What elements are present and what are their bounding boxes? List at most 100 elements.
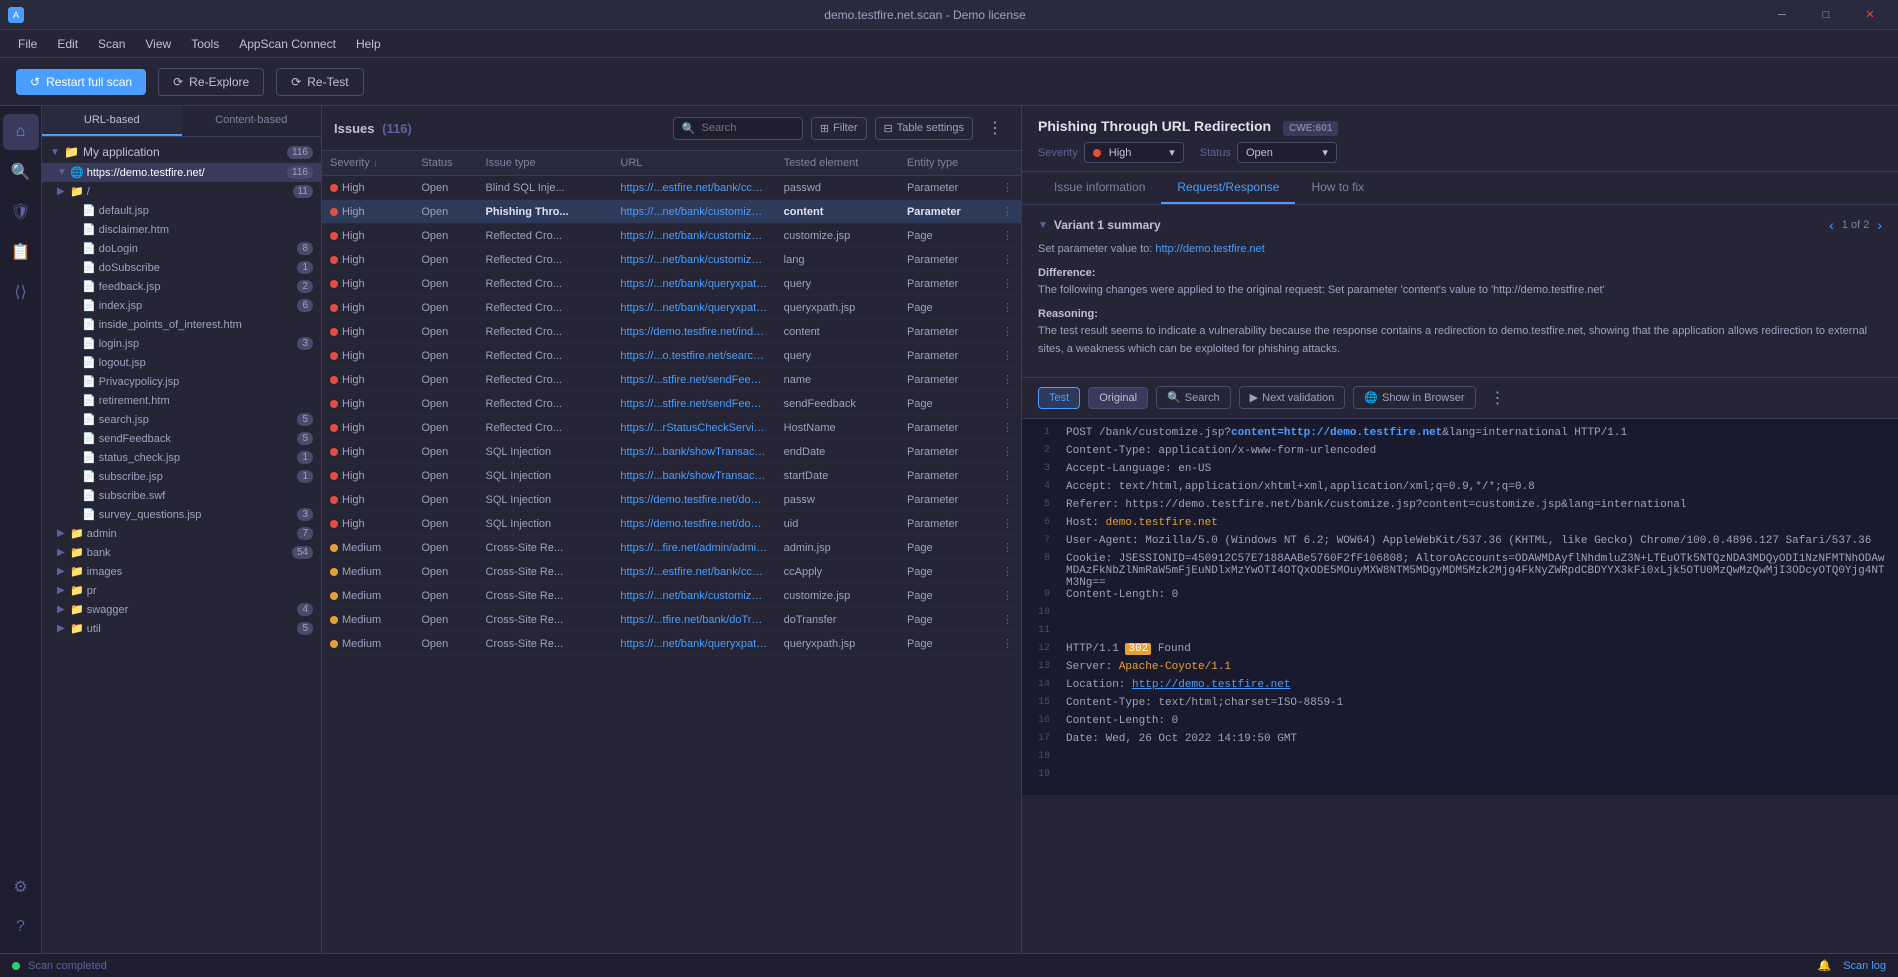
tree-item-subscribe-jsp[interactable]: 📄 subscribe.jsp1 <box>42 467 321 486</box>
tree-item--[interactable]: ▶📁 /11 <box>42 182 321 201</box>
menu-item-tools[interactable]: Tools <box>181 33 229 55</box>
req-more-button[interactable]: ⋮ <box>1484 386 1512 410</box>
tree-item-default-jsp[interactable]: 📄 default.jsp <box>42 201 321 220</box>
cell-more[interactable]: ⋮ <box>994 248 1021 272</box>
tree-item-privacypolicy-jsp[interactable]: 📄 Privacypolicy.jsp <box>42 372 321 391</box>
tree-item-index-jsp[interactable]: 📄 index.jsp6 <box>42 296 321 315</box>
tree-root[interactable]: ▼ 📁 My application 116 <box>42 141 321 163</box>
cell-more[interactable]: ⋮ <box>994 200 1021 224</box>
tree-item-root-url[interactable]: ▼🌐 https://demo.testfire.net/116 <box>42 163 321 182</box>
table-row[interactable]: High Open Reflected Cro... https://...o.… <box>322 344 1021 368</box>
next-validation-button[interactable]: ▶ Next validation <box>1239 386 1346 409</box>
tree-item-login-jsp[interactable]: 📄 login.jsp3 <box>42 334 321 353</box>
scan-log-link[interactable]: Scan log <box>1843 960 1886 972</box>
menu-item-scan[interactable]: Scan <box>88 33 135 55</box>
cell-more[interactable]: ⋮ <box>994 392 1021 416</box>
tree-item-status-check-jsp[interactable]: 📄 status_check.jsp1 <box>42 448 321 467</box>
table-row[interactable]: High Open SQL Injection https://...bank/… <box>322 464 1021 488</box>
maximize-button[interactable]: □ <box>1806 0 1846 30</box>
cell-more[interactable]: ⋮ <box>994 272 1021 296</box>
cell-more[interactable]: ⋮ <box>994 344 1021 368</box>
sidebar-icon-help[interactable]: ? <box>3 909 39 945</box>
tree-item-bank[interactable]: ▶📁 bank54 <box>42 543 321 562</box>
search-input[interactable] <box>702 122 792 134</box>
menu-item-help[interactable]: Help <box>346 33 391 55</box>
cell-more[interactable]: ⋮ <box>994 368 1021 392</box>
cell-more[interactable]: ⋮ <box>994 464 1021 488</box>
table-row[interactable]: High Open Blind SQL Inje... https://...e… <box>322 176 1021 200</box>
original-button[interactable]: Original <box>1088 387 1148 409</box>
cell-more[interactable]: ⋮ <box>994 584 1021 608</box>
sidebar-icon-home[interactable]: ⌂ <box>3 114 39 150</box>
table-row[interactable]: Medium Open Cross-Site Re... https://...… <box>322 536 1021 560</box>
table-row[interactable]: High Open Reflected Cro... https://...ne… <box>322 248 1021 272</box>
table-row[interactable]: High Open Reflected Cro... https://...st… <box>322 368 1021 392</box>
tree-item-sendfeedback[interactable]: 📄 sendFeedback5 <box>42 429 321 448</box>
cell-more[interactable]: ⋮ <box>994 224 1021 248</box>
filter-button[interactable]: ⊞ Filter <box>811 117 867 140</box>
tab-issue-information[interactable]: Issue information <box>1038 172 1161 204</box>
close-button[interactable]: ✕ <box>1850 0 1890 30</box>
table-row[interactable]: High Open SQL Injection https://demo.tes… <box>322 512 1021 536</box>
reexplore-button[interactable]: ⟳ Re-Explore <box>158 68 264 96</box>
table-row[interactable]: Medium Open Cross-Site Re... https://...… <box>322 584 1021 608</box>
tree-item-subscribe-swf[interactable]: 📄 subscribe.swf <box>42 486 321 505</box>
table-row[interactable]: High Open Reflected Cro... https://...ne… <box>322 296 1021 320</box>
more-options-button[interactable]: ⋮ <box>981 116 1009 140</box>
table-row[interactable]: High Open Reflected Cro... https://...rS… <box>322 416 1021 440</box>
restart-scan-button[interactable]: ↺ Restart full scan <box>16 69 146 95</box>
tree-item-search-jsp[interactable]: 📄 search.jsp5 <box>42 410 321 429</box>
table-row[interactable]: High Open SQL Injection https://demo.tes… <box>322 488 1021 512</box>
table-row[interactable]: High Open Reflected Cro... https://...st… <box>322 392 1021 416</box>
tree-item-dologin[interactable]: 📄 doLogin8 <box>42 239 321 258</box>
variant-prev-button[interactable]: ‹ <box>1829 217 1834 233</box>
tree-item-dosubscribe[interactable]: 📄 doSubscribe1 <box>42 258 321 277</box>
cell-more[interactable]: ⋮ <box>994 560 1021 584</box>
cell-more[interactable]: ⋮ <box>994 536 1021 560</box>
table-row[interactable]: High Open Reflected Cro... https://...ne… <box>322 224 1021 248</box>
tree-item-logout-jsp[interactable]: 📄 logout.jsp <box>42 353 321 372</box>
sidebar-icon-scan[interactable]: 🔍 <box>3 154 39 190</box>
minimize-button[interactable]: ─ <box>1762 0 1802 30</box>
sidebar-icon-report[interactable]: 📋 <box>3 234 39 270</box>
tab-url-based[interactable]: URL-based <box>42 106 182 136</box>
sidebar-icon-settings[interactable]: ⚙ <box>3 869 39 905</box>
tree-item-disclaimer-htm[interactable]: 📄 disclaimer.htm <box>42 220 321 239</box>
table-row[interactable]: High Open Reflected Cro... https://demo.… <box>322 320 1021 344</box>
table-row[interactable]: Medium Open Cross-Site Re... https://...… <box>322 608 1021 632</box>
menu-item-edit[interactable]: Edit <box>47 33 88 55</box>
tree-item-images[interactable]: ▶📁 images <box>42 562 321 581</box>
tab-content-based[interactable]: Content-based <box>182 106 322 136</box>
cell-more[interactable]: ⋮ <box>994 632 1021 656</box>
table-row[interactable]: High Open SQL Injection https://...bank/… <box>322 440 1021 464</box>
table-row[interactable]: High Open Reflected Cro... https://...ne… <box>322 272 1021 296</box>
tab-request-response[interactable]: Request/Response <box>1161 172 1295 204</box>
tree-item-admin[interactable]: ▶📁 admin7 <box>42 524 321 543</box>
cell-more[interactable]: ⋮ <box>994 176 1021 200</box>
status-select[interactable]: Open ▾ <box>1237 142 1337 163</box>
bell-icon[interactable]: 🔔 <box>1817 959 1831 972</box>
tree-item-retirement-htm[interactable]: 📄 retirement.htm <box>42 391 321 410</box>
cell-more[interactable]: ⋮ <box>994 488 1021 512</box>
search-request-button[interactable]: 🔍 Search <box>1156 386 1231 409</box>
cell-more[interactable]: ⋮ <box>994 416 1021 440</box>
menu-item-view[interactable]: View <box>135 33 181 55</box>
tree-item-feedback-jsp[interactable]: 📄 feedback.jsp2 <box>42 277 321 296</box>
test-button[interactable]: Test <box>1038 387 1080 409</box>
retest-button[interactable]: ⟳ Re-Test <box>276 68 363 96</box>
table-row[interactable]: Medium Open Cross-Site Re... https://...… <box>322 560 1021 584</box>
collapse-arrow[interactable]: ▼ <box>1038 220 1048 231</box>
tree-item-pr[interactable]: ▶📁 pr <box>42 581 321 600</box>
cell-more[interactable]: ⋮ <box>994 440 1021 464</box>
table-row[interactable]: Medium Open Cross-Site Re... https://...… <box>322 632 1021 656</box>
cell-more[interactable]: ⋮ <box>994 296 1021 320</box>
menu-item-appscan connect[interactable]: AppScan Connect <box>229 33 346 55</box>
tree-item-survey-questions-jsp[interactable]: 📄 survey_questions.jsp3 <box>42 505 321 524</box>
sidebar-icon-code[interactable]: ⟨⟩ <box>3 274 39 310</box>
menu-item-file[interactable]: File <box>8 33 47 55</box>
table-settings-button[interactable]: ⊟ Table settings <box>875 117 973 140</box>
tab-how-to-fix[interactable]: How to fix <box>1295 172 1380 204</box>
severity-select[interactable]: High ▾ <box>1084 142 1184 163</box>
table-row[interactable]: High Open Phishing Thro... https://...ne… <box>322 200 1021 224</box>
cell-more[interactable]: ⋮ <box>994 512 1021 536</box>
